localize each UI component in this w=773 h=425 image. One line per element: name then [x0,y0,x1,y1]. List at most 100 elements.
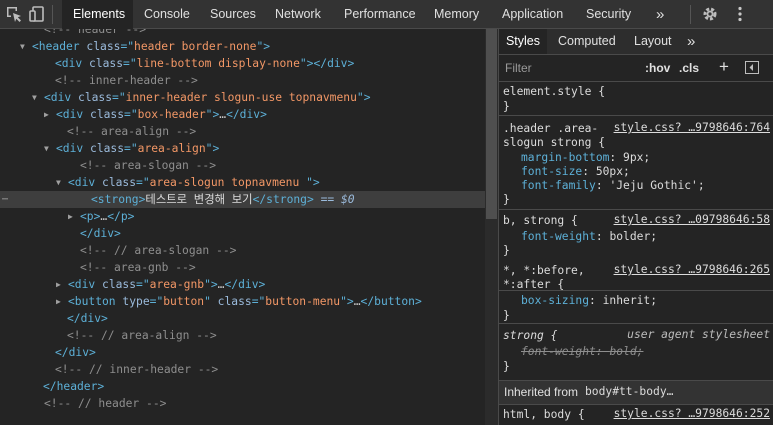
markup-attr: class [78,91,113,104]
dom-node[interactable]: <!-- // inner-header --> [0,361,485,378]
inherited-element-link[interactable]: body#tt-body… [585,385,673,398]
css-property[interactable]: font-weight: bolder; [521,229,657,245]
dom-node[interactable]: ▶ <button type="button" class="button-men… [0,293,485,310]
tab-performance[interactable]: Performance [344,0,416,29]
dom-node-selected[interactable]: ⋯ <strong>테스트로 변경해 보기</strong> == $0 [0,191,485,208]
expand-arrow-icon[interactable]: ▶ [56,276,66,293]
collapse-arrow-icon[interactable]: ▼ [56,174,66,191]
tab-computed[interactable]: Computed [558,29,616,54]
style-rule-universal: *, *:before, style.css? …9798646:265 *:a… [499,260,773,324]
markup-tag: =" [124,142,138,155]
dom-node[interactable]: <!-- inner-header --> [0,72,485,89]
dom-node-markup: <!-- inner-header --> [55,72,198,89]
css-property[interactable]: font-family: 'Jeju Gothic'; [521,178,705,194]
markup-tag: =" [123,57,137,70]
rule-selector[interactable]: slogun strong { [503,135,605,151]
dom-node-markup: <!-- area-gnb --> [80,259,196,276]
dom-node[interactable]: <!-- // area-align --> [0,327,485,344]
markup-tag: "></div> [299,57,355,70]
style-rule-header-area-slogun-strong: .header .area- style.css? …9798646:764 s… [499,116,773,210]
dom-node-markup: <!-- // header --> [44,395,166,412]
dom-node-markup: <div class="line-bottom display-none"></… [55,55,354,72]
inspect-element-icon[interactable] [5,5,23,23]
sidebar-tabs: Styles Computed Layout » [499,29,773,55]
tab-layout[interactable]: Layout [634,29,672,54]
markup-tag: </header> [43,380,105,393]
markup-val: line-bottom display-none [136,57,300,70]
markup-tag: <button [68,295,123,308]
rule-source-link[interactable]: style.css? …9798646:764 [614,121,770,134]
tab-application[interactable]: Application [502,0,563,29]
device-toolbar-icon[interactable] [28,5,46,23]
tab-elements[interactable]: Elements [62,0,133,29]
class-toggle[interactable]: .cls [679,61,699,75]
hover-state-toggle[interactable]: :hov [645,61,670,75]
dom-node-markup: <div class="area-slogun topnavmenu "> [68,174,320,191]
rule-close-brace: } [503,360,510,373]
tab-sources[interactable]: Sources [210,0,256,29]
collapse-arrow-icon[interactable]: ▼ [44,140,54,157]
dom-node[interactable]: ▶ <div class="area-gnb">…</div> [0,276,485,293]
dom-node-markup: </div> [67,310,108,327]
tab-console[interactable]: Console [144,0,190,29]
dom-node[interactable]: <!-- area-align --> [0,123,485,140]
dom-node[interactable]: ▼ <div class="inner-header slogun-use top… [0,89,485,106]
dom-node[interactable]: <!-- area-gnb --> [0,259,485,276]
rule-selector[interactable]: b, strong { [503,213,578,229]
dom-node[interactable]: <!-- // header --> [0,395,485,412]
rule-source-link[interactable]: style.css? …9798646:252 [614,407,770,420]
dom-node[interactable]: ▼ <header class="header border-none"> [0,38,485,55]
rule-selector[interactable]: html, body { [503,407,585,423]
dom-node[interactable]: </div> [0,225,485,242]
settings-gear-icon[interactable] [701,5,719,23]
markup-tag: </strong> [252,193,314,206]
markup-cmt: <!-- area-slogan --> [80,159,217,172]
elements-tree[interactable]: <!-- header --> ▼ <header class="header bo… [0,29,485,425]
dom-node[interactable]: ▶ <div class="box-header">…</div> [0,106,485,123]
toolbar-divider [52,5,53,24]
rule-source-link[interactable]: style.css? …09798646:58 [614,213,770,226]
dom-node[interactable]: ▶ <p>…</p> [0,208,485,225]
tab-memory[interactable]: Memory [434,0,479,29]
markup-cmt: <!-- // area-align --> [67,329,217,342]
dom-node[interactable]: <div class="line-bottom display-none"></… [0,55,485,72]
new-style-rule-button[interactable]: + [719,57,729,77]
markup-tag: =" [120,40,135,53]
dom-node-markup: <div class="area-gnb">…</div> [68,276,265,293]
rule-selector[interactable]: *:after { [503,277,564,293]
collapse-arrow-icon[interactable]: ▼ [20,38,30,55]
tab-security[interactable]: Security [586,0,631,29]
markup-val: area-align [137,142,206,155]
dom-node-markup: <!-- area-slogan --> [80,157,216,174]
markup-tag: =" [251,295,266,308]
rule-source-link[interactable]: style.css? …9798646:265 [614,263,770,276]
tab-network[interactable]: Network [275,0,321,29]
dom-node[interactable]: </div> [0,310,485,327]
more-tabs-button[interactable]: » [656,0,664,29]
dom-node[interactable]: ▼ <div class="area-slogun topnavmenu "> [0,174,485,191]
tab-styles[interactable]: Styles [499,29,547,54]
dom-node[interactable]: <!-- header --> [0,29,485,38]
markup-cmt: <!-- inner-header --> [55,74,198,87]
markup-val: area-gnb [149,278,205,291]
dom-node[interactable]: <!-- // area-slogan --> [0,242,485,259]
expand-arrow-icon[interactable]: ▶ [68,208,78,225]
expand-arrow-icon[interactable]: ▶ [44,106,54,123]
collapse-arrow-icon[interactable]: ▼ [32,89,42,106]
dom-node[interactable]: ▼ <div class="area-align"> [0,140,485,157]
toggle-sidebar-icon[interactable] [745,61,759,74]
node-actions-icon[interactable]: ⋯ [2,191,8,208]
elements-scrollbar-thumb[interactable] [486,29,497,219]
dom-node[interactable]: </header> [0,378,485,395]
expand-arrow-icon[interactable]: ▶ [56,293,66,310]
styles-filter-input[interactable] [501,58,639,78]
dom-node[interactable]: </div> [0,344,485,361]
dom-node[interactable]: <!-- area-slogan --> [0,157,485,174]
css-property[interactable]: box-sizing: inherit; [521,293,657,309]
rule-selector[interactable]: element.style { [503,84,605,100]
more-options-icon[interactable] [731,5,749,23]
markup-tag: </div> [67,312,108,325]
markup-tag: <div [55,57,90,70]
more-sidebar-tabs-button[interactable]: » [687,29,695,54]
markup-attr: class [86,40,121,53]
